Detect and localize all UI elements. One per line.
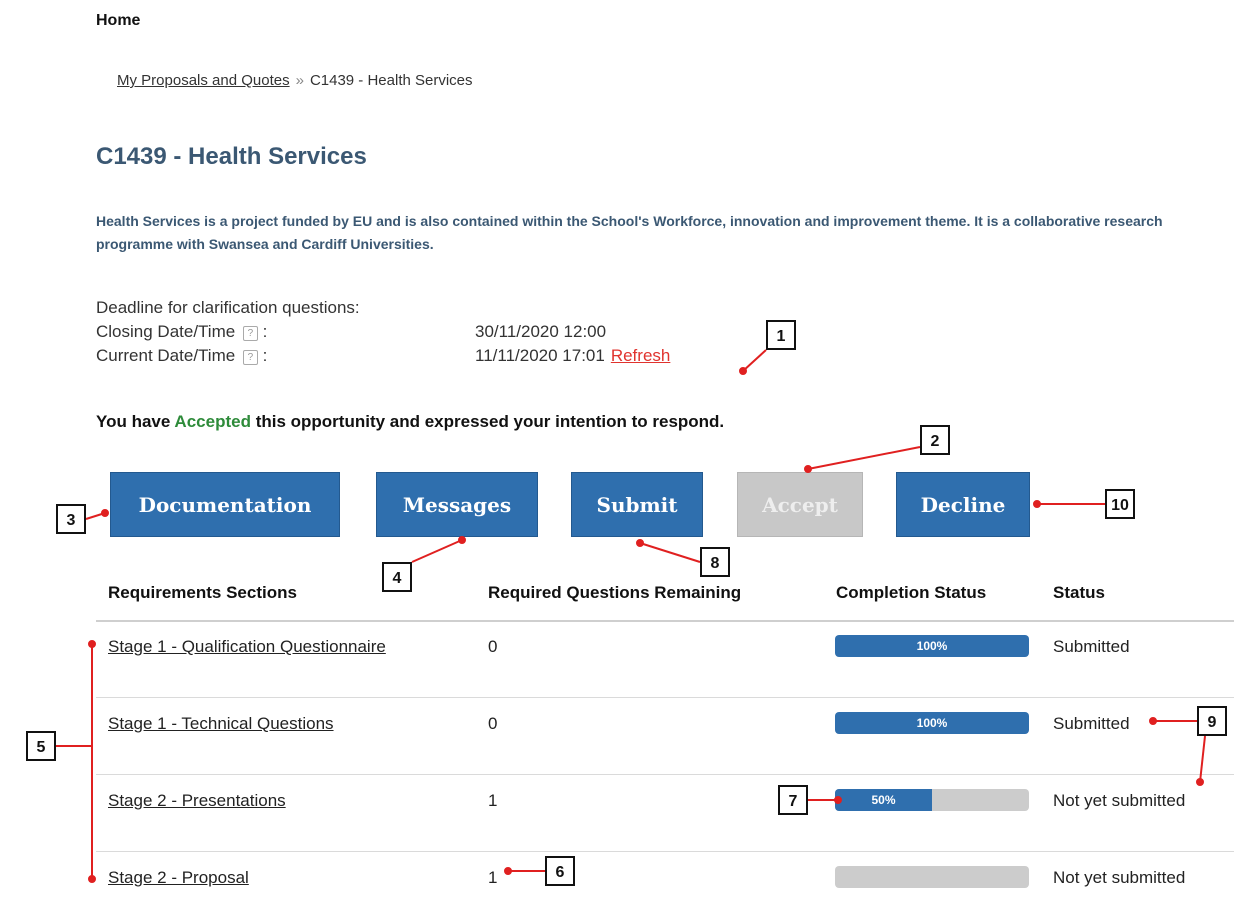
callout-8: 8 <box>700 547 730 577</box>
annotation-dot-10 <box>1033 500 1041 508</box>
annotation-dot-9b <box>1196 778 1204 786</box>
annotation-dot-7 <box>834 796 842 804</box>
annotation-dot-8 <box>636 539 644 547</box>
callout-6: 6 <box>545 856 575 886</box>
annotation-dot-6 <box>504 867 512 875</box>
annotation-line-9b <box>1199 735 1206 783</box>
annotation-dot-5a <box>88 640 96 648</box>
annotation-dot-4 <box>458 536 466 544</box>
callout-5: 5 <box>26 731 56 761</box>
annotation-dot-3 <box>101 509 109 517</box>
callout-2: 2 <box>920 425 950 455</box>
annotation-lines <box>56 349 1206 883</box>
callout-1: 1 <box>766 320 796 350</box>
annotation-line-2 <box>807 446 921 470</box>
callout-10: 10 <box>1105 489 1135 519</box>
annotation-dot-1 <box>739 367 747 375</box>
annotation-dot-5b <box>88 875 96 883</box>
callout-4: 4 <box>382 562 412 592</box>
callout-3: 3 <box>56 504 86 534</box>
callout-9: 9 <box>1197 706 1227 736</box>
annotation-line-1 <box>742 349 767 372</box>
annotation-dot-2 <box>804 465 812 473</box>
annotation-line-8 <box>639 542 701 563</box>
callout-7: 7 <box>778 785 808 815</box>
annotation-line-4 <box>411 539 463 563</box>
annotation-dot-9a <box>1149 717 1157 725</box>
